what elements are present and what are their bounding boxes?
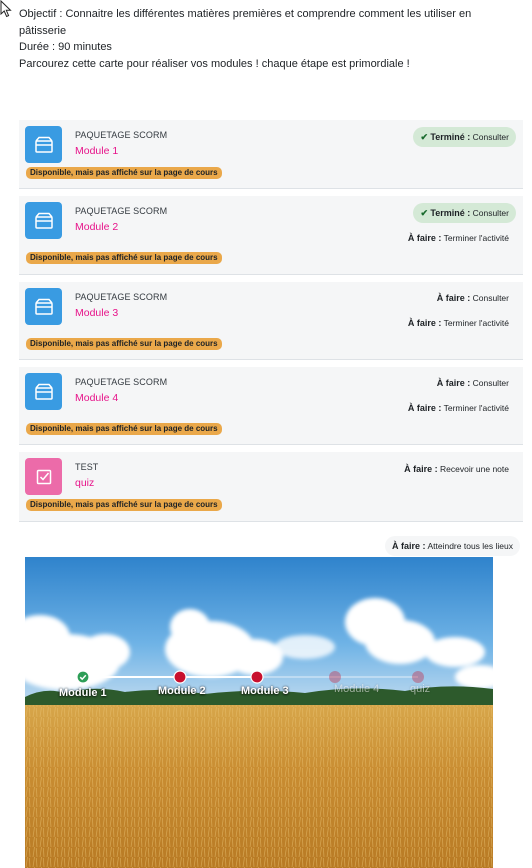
map-stop-label: quiz: [410, 683, 431, 695]
availability-badge: Disponible, mais pas affiché sur la page…: [26, 338, 222, 350]
activity-link[interactable]: Module 3: [75, 307, 118, 319]
check-icon: ✔: [420, 132, 429, 142]
map-stop-label: Module 4: [334, 683, 380, 695]
activity-link[interactable]: Module 2: [75, 221, 118, 233]
mouse-cursor-icon: [0, 0, 12, 18]
map-stop-module-4: [329, 671, 341, 683]
activity-type: PAQUETAGE SCORM: [75, 377, 168, 387]
course-map: Module 1 Module 2 Module 3 Module 4 quiz: [25, 557, 493, 868]
activity-module-3: PAQUETAGE SCORM Module 3 À faire : Consu…: [19, 282, 523, 360]
activity-module-1: PAQUETAGE SCORM Module 1 ✔ Terminé : Con…: [19, 120, 523, 189]
availability-badge: Disponible, mais pas affiché sur la page…: [26, 167, 222, 179]
completion-badge[interactable]: À faire : Consulter: [429, 288, 516, 308]
activity-type: PAQUETAGE SCORM: [75, 206, 168, 216]
completion-badge[interactable]: ✔ Terminé : Consulter: [413, 203, 516, 223]
wheat-field-image: [25, 557, 493, 868]
completion-badge[interactable]: À faire : Recevoir une note: [397, 459, 516, 479]
completion-badge[interactable]: ✔ Terminé : Consulter: [413, 127, 516, 147]
activity-type: TEST: [75, 462, 99, 472]
completion-badge[interactable]: À faire : Terminer l'activité: [400, 313, 516, 333]
package-icon[interactable]: [25, 202, 62, 239]
map-completion-badge[interactable]: À faire : Atteindre tous les lieux: [385, 536, 520, 556]
check-icon: ✔: [420, 208, 429, 218]
completion-badge[interactable]: À faire : Terminer l'activité: [400, 228, 516, 248]
activity-module-4: PAQUETAGE SCORM Module 4 À faire : Consu…: [19, 367, 523, 445]
map-stop-module-1[interactable]: [76, 670, 90, 684]
activity-module-2: PAQUETAGE SCORM Module 2 ✔ Terminé : Con…: [19, 196, 523, 275]
duration-text: Durée : 90 minutes: [19, 41, 112, 53]
activity-type: PAQUETAGE SCORM: [75, 130, 168, 140]
map-stop-label: Module 3: [241, 685, 289, 697]
activity-link[interactable]: Module 1: [75, 145, 118, 157]
activity-type: PAQUETAGE SCORM: [75, 292, 168, 302]
package-icon[interactable]: [25, 126, 62, 163]
map-stop-module-2[interactable]: [173, 670, 187, 684]
objective-text: Objectif : Connaitre les différentes mat…: [19, 8, 472, 37]
completion-badge[interactable]: À faire : Terminer l'activité: [400, 398, 516, 418]
availability-badge: Disponible, mais pas affiché sur la page…: [26, 423, 222, 435]
checkbox-icon[interactable]: [25, 458, 62, 495]
activity-link[interactable]: quiz: [75, 477, 94, 489]
completion-badge[interactable]: À faire : Consulter: [429, 373, 516, 393]
map-stop-quiz: [412, 671, 424, 683]
availability-badge: Disponible, mais pas affiché sur la page…: [26, 252, 222, 264]
activity-quiz: TEST quiz À faire : Recevoir une note Di…: [19, 452, 523, 522]
package-icon[interactable]: [25, 288, 62, 325]
package-icon[interactable]: [25, 373, 62, 410]
map-stop-module-3[interactable]: [250, 670, 264, 684]
map-stop-label: Module 1: [59, 687, 107, 699]
availability-badge: Disponible, mais pas affiché sur la page…: [26, 499, 222, 511]
activity-link[interactable]: Module 4: [75, 392, 118, 404]
course-intro: Objectif : Connaitre les différentes mat…: [19, 6, 519, 72]
instruction-text: Parcourez cette carte pour réaliser vos …: [19, 57, 410, 70]
map-stop-label: Module 2: [158, 685, 206, 697]
